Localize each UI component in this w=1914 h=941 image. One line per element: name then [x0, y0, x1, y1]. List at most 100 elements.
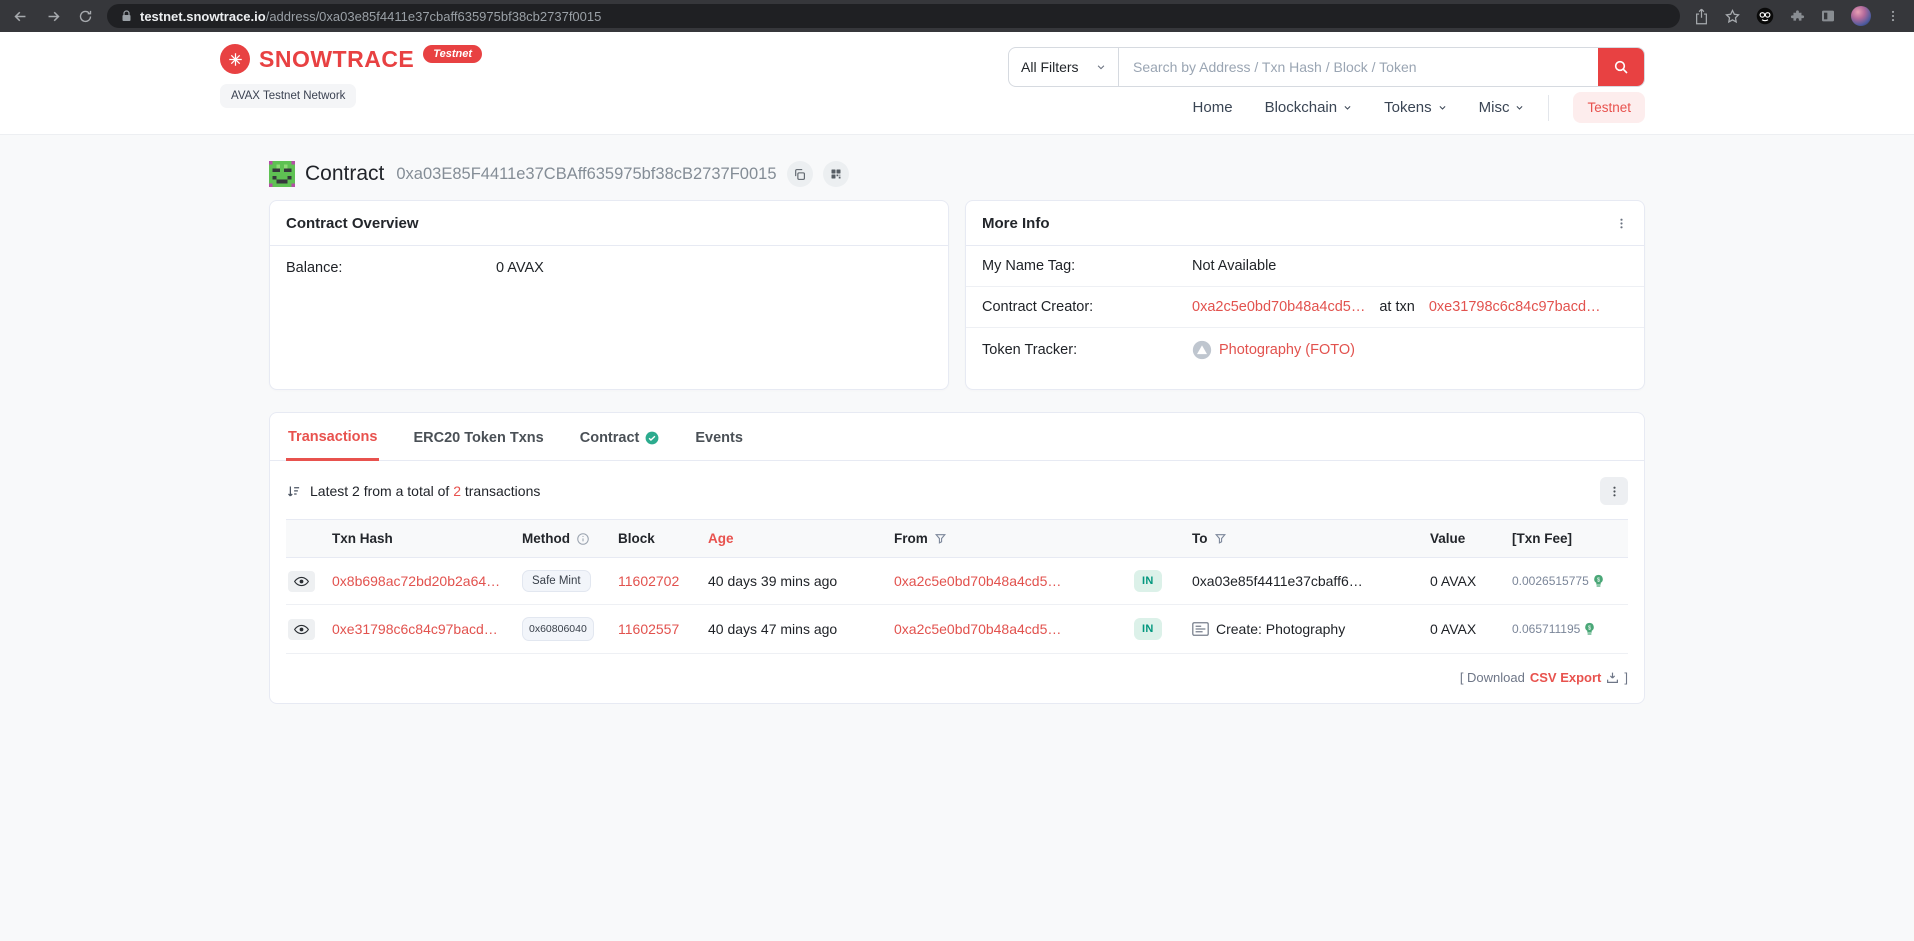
- sidebar-icon[interactable]: [1820, 8, 1836, 24]
- more-info-card: More Info My Name Tag: Not Available Con…: [965, 200, 1645, 390]
- eye-preview-button[interactable]: [288, 619, 315, 640]
- name-tag-value: Not Available: [1192, 258, 1276, 274]
- contract-address: 0xa03E85F4411e37CBAff635975bf38cB2737F00…: [396, 165, 776, 184]
- nav-item-tokens[interactable]: Tokens: [1384, 99, 1447, 116]
- browser-profile-avatar[interactable]: [1851, 6, 1871, 26]
- search-input[interactable]: [1119, 48, 1598, 86]
- sort-icon: [286, 484, 301, 499]
- token-tracker-label: Token Tracker:: [982, 342, 1192, 358]
- nav-item-misc[interactable]: Misc: [1479, 99, 1525, 116]
- tab-contract[interactable]: Contract: [578, 413, 662, 460]
- table-header-row: Txn Hash Method Block Age From To Value …: [286, 519, 1628, 558]
- tab-transactions[interactable]: Transactions: [286, 413, 379, 461]
- eye-icon: [294, 576, 309, 587]
- filter-icon[interactable]: [934, 532, 947, 545]
- contract-creator-label: Contract Creator:: [982, 299, 1192, 315]
- more-info-menu-icon[interactable]: [1615, 217, 1628, 230]
- nav-divider: [1548, 95, 1549, 121]
- browser-menu-icon[interactable]: [1886, 9, 1900, 23]
- reload-icon[interactable]: [78, 9, 93, 24]
- search-filter-label: All Filters: [1021, 59, 1079, 75]
- chevron-down-icon: [1096, 62, 1106, 72]
- block-link[interactable]: 11602557: [618, 621, 708, 637]
- main-content: Contract 0xa03E85F4411e37CBAff635975bf38…: [269, 135, 1645, 704]
- share-icon[interactable]: [1694, 8, 1709, 25]
- extensions-puzzle-icon[interactable]: [1789, 8, 1805, 24]
- csv-export-link[interactable]: CSV Export: [1530, 670, 1602, 685]
- from-address-link[interactable]: 0xa2c5e0bd70b48a4cd5…: [894, 621, 1134, 637]
- search-bar: All Filters: [1008, 47, 1645, 87]
- bookmark-star-icon[interactable]: [1724, 8, 1741, 25]
- search-filter-select[interactable]: All Filters: [1009, 48, 1119, 86]
- contract-overview-card: Contract Overview Balance: 0 AVAX: [269, 200, 949, 390]
- name-tag-row: My Name Tag: Not Available: [966, 246, 1644, 287]
- col-txn-fee: [Txn Fee]: [1512, 531, 1628, 546]
- name-tag-label: My Name Tag:: [982, 258, 1192, 274]
- table-row: 0xe31798c6c84c97bacd… 0x60806040 1160255…: [286, 605, 1628, 654]
- owl-extension-icon[interactable]: [1756, 7, 1774, 25]
- col-age[interactable]: Age: [708, 531, 894, 546]
- transactions-total-count: 2: [453, 483, 461, 499]
- direction-badge: IN: [1134, 618, 1162, 640]
- col-txn-hash: Txn Hash: [332, 531, 522, 546]
- network-label: AVAX Testnet Network: [220, 84, 356, 108]
- chevron-down-icon: [1515, 103, 1524, 112]
- search-button[interactable]: [1598, 48, 1644, 86]
- nav-testnet-button[interactable]: Testnet: [1573, 92, 1645, 123]
- tab-events[interactable]: Events: [693, 413, 745, 460]
- creator-address-link[interactable]: 0xa2c5e0bd70b48a4cd5…: [1192, 299, 1365, 315]
- transactions-menu-button[interactable]: [1600, 477, 1628, 505]
- tab-bar: Transactions ERC20 Token Txns Contract E…: [270, 413, 1644, 461]
- verified-check-icon: [645, 431, 659, 445]
- txn-fee-value: 0.065711195: [1512, 622, 1580, 636]
- eye-preview-button[interactable]: [288, 571, 315, 592]
- url-bar[interactable]: testnet.snowtrace.io/address/0xa03e85f44…: [107, 4, 1680, 28]
- chevron-down-icon: [1343, 103, 1352, 112]
- info-icon[interactable]: [576, 532, 590, 546]
- balance-value: 0 AVAX: [496, 260, 544, 276]
- eye-icon: [294, 624, 309, 635]
- balance-row: Balance: 0 AVAX: [270, 246, 948, 290]
- creation-txn-link[interactable]: 0xe31798c6c84c97bacd…: [1429, 299, 1601, 315]
- col-block: Block: [618, 531, 708, 546]
- value-cell: 0 AVAX: [1430, 573, 1512, 589]
- txn-hash-link[interactable]: 0x8b698ac72bd20b2a64…: [332, 573, 522, 589]
- balance-label: Balance:: [286, 260, 496, 276]
- nav-item-blockchain[interactable]: Blockchain: [1265, 99, 1353, 116]
- qr-code-icon: [830, 168, 842, 180]
- table-row: 0x8b698ac72bd20b2a64… Safe Mint 11602702…: [286, 558, 1628, 605]
- forward-icon[interactable]: [45, 8, 62, 25]
- page-title-row: Contract 0xa03E85F4411e37CBAff635975bf38…: [269, 161, 1645, 187]
- copy-icon: [793, 168, 806, 181]
- txn-hash-link[interactable]: 0xe31798c6c84c97bacd…: [332, 621, 522, 637]
- to-address: 0xa03e85f4411e37cbaff6…: [1192, 573, 1430, 589]
- method-badge: Safe Mint: [522, 570, 591, 592]
- block-link[interactable]: 11602702: [618, 573, 708, 589]
- from-address-link[interactable]: 0xa2c5e0bd70b48a4cd5…: [894, 573, 1134, 589]
- url-text: testnet.snowtrace.io/address/0xa03e85f44…: [140, 9, 601, 24]
- transactions-summary: Latest 2 from a total of 2 transactions: [286, 483, 540, 499]
- col-value: Value: [1430, 531, 1512, 546]
- token-tracker-link[interactable]: Photography (FOTO): [1219, 342, 1355, 358]
- snowtrace-logo[interactable]: SNOWTRACE Testnet: [220, 44, 482, 74]
- age-value: 40 days 39 mins ago: [708, 573, 894, 589]
- gas-bulb-icon[interactable]: $: [1593, 574, 1604, 589]
- direction-badge: IN: [1134, 570, 1162, 592]
- back-icon[interactable]: [12, 8, 29, 25]
- col-to: To: [1192, 531, 1208, 546]
- qr-code-button[interactable]: [823, 161, 849, 187]
- page-title: Contract: [305, 162, 384, 186]
- gas-bulb-icon[interactable]: $: [1584, 622, 1595, 637]
- transactions-table: Txn Hash Method Block Age From To Value …: [286, 519, 1628, 654]
- nav-item-home[interactable]: Home: [1193, 99, 1233, 116]
- tab-erc20-token-txns[interactable]: ERC20 Token Txns: [411, 413, 545, 460]
- main-nav: Home Blockchain Tokens Misc Testnet: [1193, 92, 1645, 123]
- ssl-lock-icon: [121, 10, 132, 22]
- value-cell: 0 AVAX: [1430, 621, 1512, 637]
- copy-address-button[interactable]: [787, 161, 813, 187]
- token-tracker-row: Token Tracker: Photography (FOTO): [966, 328, 1644, 372]
- filter-icon[interactable]: [1214, 532, 1227, 545]
- to-contract-create[interactable]: Create: Photography: [1192, 621, 1430, 637]
- at-txn-text: at txn: [1379, 299, 1414, 315]
- brand-testnet-badge: Testnet: [423, 45, 482, 63]
